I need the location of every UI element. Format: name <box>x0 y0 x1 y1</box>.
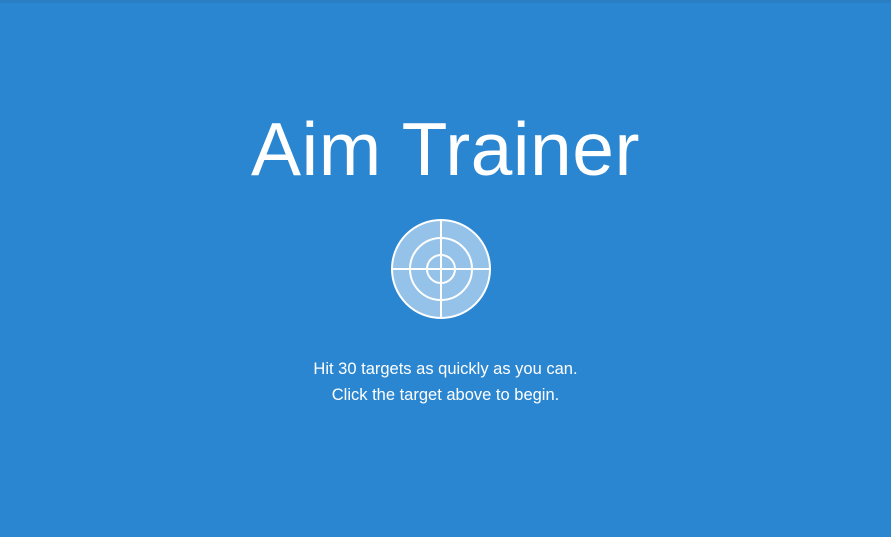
instructions-line-1: Hit 30 targets as quickly as you can. <box>313 360 578 378</box>
top-edge-strip <box>0 0 891 3</box>
crosshair-target-icon[interactable] <box>390 218 492 320</box>
instructions: Hit 30 targets as quickly as you can. Cl… <box>0 356 891 408</box>
game-title: Aim Trainer <box>251 107 640 191</box>
start-target-button[interactable] <box>390 218 492 320</box>
instructions-line-2: Click the target above to begin. <box>331 386 560 404</box>
